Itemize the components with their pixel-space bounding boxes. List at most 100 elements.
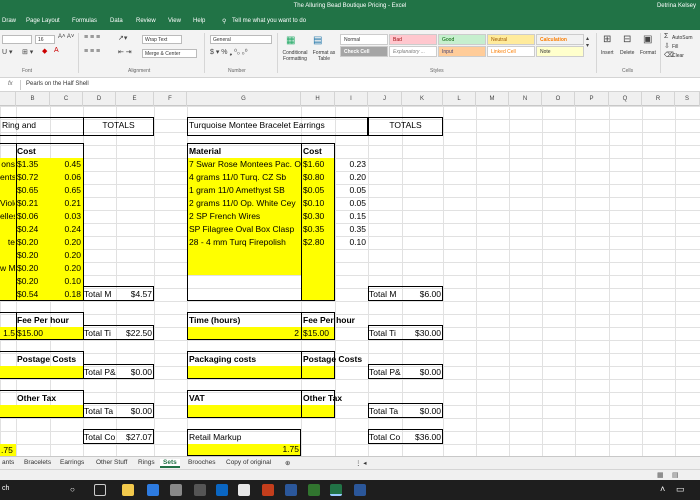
insert-button[interactable]: Insert: [601, 50, 614, 56]
user-name[interactable]: Detrina Kelsey: [657, 3, 696, 9]
orientation-icon[interactable]: ↗▾: [118, 34, 127, 42]
normal-view-icon[interactable]: ▦: [657, 471, 664, 479]
insert-cells-icon[interactable]: ⊞: [603, 34, 611, 45]
word-doc-icon[interactable]: [354, 484, 366, 496]
tab-copy-of-original[interactable]: Copy of original: [226, 459, 271, 466]
column-header-d[interactable]: D: [83, 92, 116, 106]
taskbar-search[interactable]: ch: [2, 485, 9, 492]
word-icon[interactable]: [285, 484, 297, 496]
column-header-k[interactable]: K: [402, 92, 443, 106]
right-material-qty[interactable]: 0.10: [335, 236, 366, 249]
fx-icon[interactable]: fx: [8, 81, 13, 87]
autosum-button[interactable]: AutoSum: [672, 35, 693, 41]
format-button[interactable]: Format: [640, 50, 656, 56]
tab-ants[interactable]: ants: [2, 459, 14, 466]
column-header-e[interactable]: E: [116, 92, 154, 106]
delete-button[interactable]: Delete: [620, 50, 634, 56]
column-header-m[interactable]: M: [476, 92, 509, 106]
wrap-text-button[interactable]: Wrap Text: [142, 35, 182, 44]
right-material-qty[interactable]: 0.05: [335, 184, 366, 197]
menu-help[interactable]: Help: [193, 18, 205, 24]
right-material-qty[interactable]: 0.23: [335, 158, 366, 171]
delete-cells-icon[interactable]: ⊟: [623, 34, 631, 45]
tell-me-search[interactable]: Tell me what you want to do: [232, 18, 306, 24]
format-as-table-icon[interactable]: ▤: [313, 35, 322, 46]
style-note[interactable]: Note: [536, 46, 584, 57]
menu-page-layout[interactable]: Page Layout: [26, 18, 60, 24]
column-header-i[interactable]: I: [335, 92, 368, 106]
column-header-f[interactable]: F: [154, 92, 187, 106]
calculator-icon[interactable]: [194, 484, 206, 496]
formula-input[interactable]: Pearls on the Half Shell: [26, 81, 89, 87]
style-linked-cell[interactable]: Linked Cell: [487, 46, 535, 57]
fill-color-icon[interactable]: ◆: [42, 47, 47, 55]
fill-button[interactable]: Fill: [672, 44, 678, 50]
tab-sets[interactable]: Sets: [160, 459, 180, 468]
menu-view[interactable]: View: [168, 18, 181, 24]
column-header-a[interactable]: [0, 92, 16, 106]
format-cells-icon[interactable]: ▣: [643, 34, 652, 45]
column-header-g[interactable]: G: [187, 92, 301, 106]
excel-icon[interactable]: [330, 484, 342, 496]
right-material-qty[interactable]: 0.20: [335, 171, 366, 184]
add-sheet-icon[interactable]: ⊕: [285, 459, 290, 467]
menu-draw[interactable]: Draw: [2, 18, 16, 24]
align-left-icon[interactable]: ≡ ≡ ≡: [84, 48, 100, 55]
style-input[interactable]: Input: [438, 46, 486, 57]
menu-formulas[interactable]: Formulas: [72, 18, 97, 24]
font-grow-icon[interactable]: A˄ A˅: [58, 34, 74, 40]
underline-icon[interactable]: U ▾: [2, 48, 13, 56]
cortana-icon[interactable]: ○: [70, 485, 75, 494]
number-format-select[interactable]: General: [210, 35, 272, 44]
style-calculation[interactable]: Calculation: [536, 34, 584, 45]
column-header-s[interactable]: S: [675, 92, 700, 106]
column-header-p[interactable]: P: [575, 92, 609, 106]
page-layout-view-icon[interactable]: ▤: [672, 471, 679, 479]
style-good[interactable]: Good: [438, 34, 486, 45]
left-markup[interactable]: .75: [1, 444, 13, 456]
column-header-o[interactable]: O: [542, 92, 575, 106]
store-icon[interactable]: [170, 484, 182, 496]
column-header-r[interactable]: R: [642, 92, 675, 106]
style-normal[interactable]: Normal: [340, 34, 388, 45]
font-name-select[interactable]: [2, 35, 32, 44]
right-material-qty[interactable]: 0.35: [335, 223, 366, 236]
column-header-h[interactable]: H: [301, 92, 335, 106]
file-explorer-icon[interactable]: [122, 484, 134, 496]
tab-other-stuff[interactable]: Other Stuff: [96, 459, 127, 466]
conditional-formatting-button[interactable]: Conditional Formatting: [280, 50, 310, 62]
menu-review[interactable]: Review: [136, 18, 156, 24]
tab-bracelets[interactable]: Bracelets: [24, 459, 51, 466]
outlook-icon[interactable]: [216, 484, 228, 496]
column-header-n[interactable]: N: [509, 92, 542, 106]
autosum-icon[interactable]: Σ: [664, 33, 668, 40]
column-header-c[interactable]: C: [50, 92, 83, 106]
indent-icon[interactable]: ⇤ ⇥: [118, 48, 132, 56]
clear-button[interactable]: Clear: [672, 53, 684, 59]
style-neutral[interactable]: Neutral: [487, 34, 535, 45]
font-color-icon[interactable]: A: [54, 47, 59, 54]
sheet-tab-scroll-icon[interactable]: ⋮ ◂: [355, 459, 367, 467]
chevron-up-icon[interactable]: ˄: [660, 484, 665, 494]
currency-format-icon[interactable]: $ ▾ % ❟ ⁰₀ ₀⁰: [210, 48, 248, 57]
tab-earrings[interactable]: Earrings: [60, 459, 84, 466]
style-check-cell[interactable]: Check Cell: [340, 46, 388, 57]
publisher-icon[interactable]: [308, 484, 320, 496]
column-header-q[interactable]: Q: [609, 92, 642, 106]
chrome-icon[interactable]: [238, 484, 250, 496]
search-icon[interactable]: ⚲: [222, 18, 226, 25]
style-explanatory[interactable]: Explanatory ...: [389, 46, 437, 57]
spreadsheet-grid[interactable]: Ring and TOTALS Cost ons $1.35 0.45 ents $0.…: [0, 106, 700, 456]
tab-rings[interactable]: Rings: [138, 459, 155, 466]
right-material-qty[interactable]: 0.15: [335, 210, 366, 223]
right-material-qty[interactable]: 0.05: [335, 197, 366, 210]
borders-icon[interactable]: ⊞ ▾: [22, 48, 33, 56]
font-size-select[interactable]: 16: [35, 35, 55, 44]
format-as-table-button[interactable]: Format as Table: [310, 50, 338, 62]
edge-icon[interactable]: [147, 484, 159, 496]
style-bad[interactable]: Bad: [389, 34, 437, 45]
tab-brooches[interactable]: Brooches: [188, 459, 215, 466]
task-view-icon[interactable]: [94, 484, 106, 496]
fill-icon[interactable]: ⇩: [664, 42, 670, 50]
menu-data[interactable]: Data: [110, 18, 123, 24]
